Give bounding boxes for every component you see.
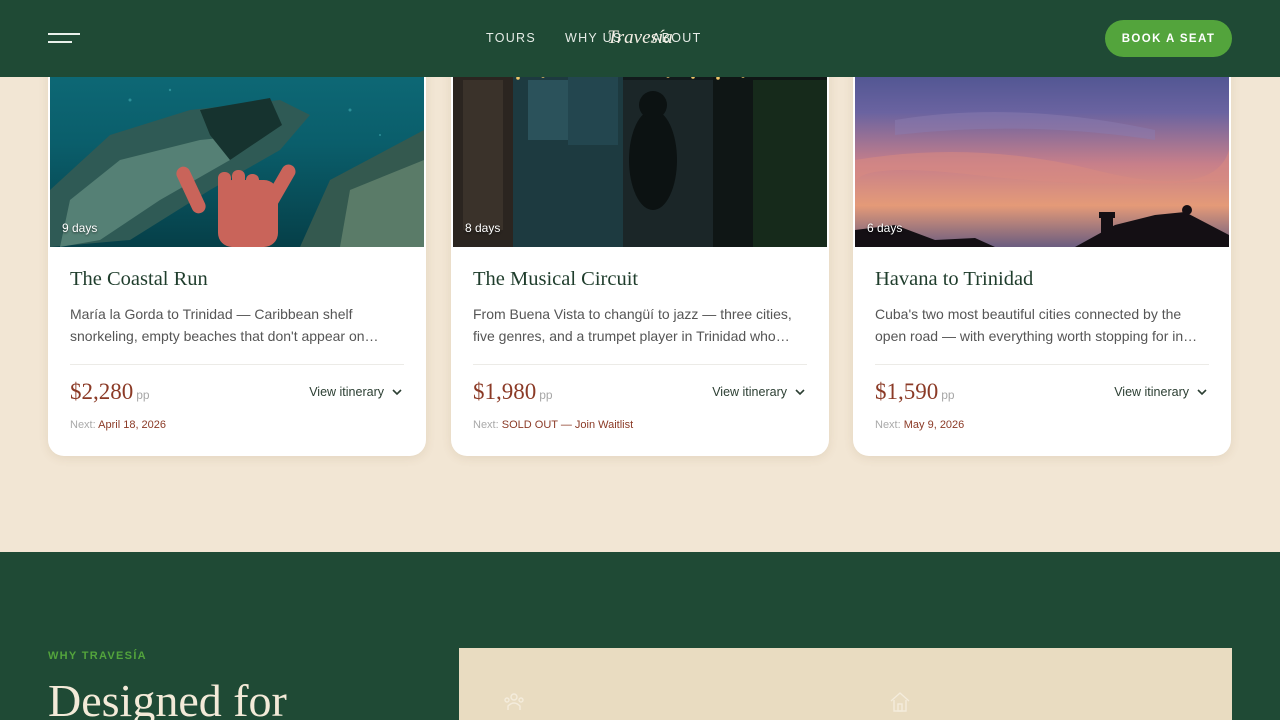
next-departure: Next: SOLD OUT — Join Waitlist [473,419,633,431]
card-divider [875,364,1209,365]
card-divider [70,364,404,365]
tour-description: Cuba's two most beautiful cities connect… [875,306,1198,344]
join-waitlist-link[interactable]: SOLD OUT — Join Waitlist [502,419,633,431]
duration-badge: 6 days [867,221,903,235]
card-divider [473,364,807,365]
tour-card[interactable]: 9 days The Coastal Run María la Gorda to… [48,40,426,456]
tour-price: $2,280 pp [70,379,150,405]
price-unit: pp [539,388,553,402]
view-itinerary-link[interactable]: View itinerary [1114,385,1209,399]
tour-card[interactable]: 6 days Havana to Trinidad Cuba's two mos… [853,40,1231,456]
tour-price: $1,590 pp [875,379,955,405]
section-eyebrow: WHY TRAVESÍA [48,650,147,662]
why-section: WHY TRAVESÍA Designed for [0,552,1280,720]
view-itinerary-label: View itinerary [712,385,787,399]
next-departure: Next: April 18, 2026 [70,419,166,431]
nav-link-tours[interactable]: TOURS [486,31,536,45]
next-label: Next: [875,419,901,431]
price-value: $1,590 [875,379,939,404]
section-title: Designed for [48,675,287,720]
view-itinerary-link[interactable]: View itinerary [309,385,404,399]
book-seat-button[interactable]: BOOK A SEAT [1105,20,1232,57]
hamburger-menu-icon[interactable] [48,33,80,45]
tour-title[interactable]: The Musical Circuit [473,268,638,291]
next-date: May 9, 2026 [903,419,965,431]
tour-description: María la Gorda to Trinidad — Caribbean s… [70,306,379,344]
price-unit: pp [941,388,955,402]
group-icon [504,693,524,710]
tour-description: From Buena Vista to changüí to jazz — th… [473,306,792,344]
home-icon [890,692,910,712]
chevron-down-icon [392,389,402,396]
view-itinerary-link[interactable]: View itinerary [712,385,807,399]
view-itinerary-label: View itinerary [309,385,384,399]
nav-link-why-us[interactable]: WHY US [565,31,623,45]
price-value: $2,280 [70,379,134,404]
tour-title[interactable]: The Coastal Run [70,268,208,291]
features-panel [459,648,1232,720]
tour-price: $1,980 pp [473,379,553,405]
site-logo[interactable]: Travesía [0,27,1280,49]
tour-card[interactable]: 8 days The Musical Circuit From Buena Vi… [451,40,829,456]
price-value: $1,980 [473,379,537,404]
nav-link-about[interactable]: ABOUT [652,31,702,45]
duration-badge: 8 days [465,221,501,235]
site-header: TOURS WHY US ABOUT Travesía BOOK A SEAT [0,0,1280,77]
next-label: Next: [473,419,499,431]
duration-badge: 9 days [62,221,98,235]
tour-title[interactable]: Havana to Trinidad [875,268,1033,291]
price-unit: pp [136,388,150,402]
next-departure: Next: May 9, 2026 [875,419,964,431]
chevron-down-icon [795,389,805,396]
chevron-down-icon [1197,389,1207,396]
view-itinerary-label: View itinerary [1114,385,1189,399]
next-date: April 18, 2026 [98,419,167,431]
next-label: Next: [70,419,96,431]
